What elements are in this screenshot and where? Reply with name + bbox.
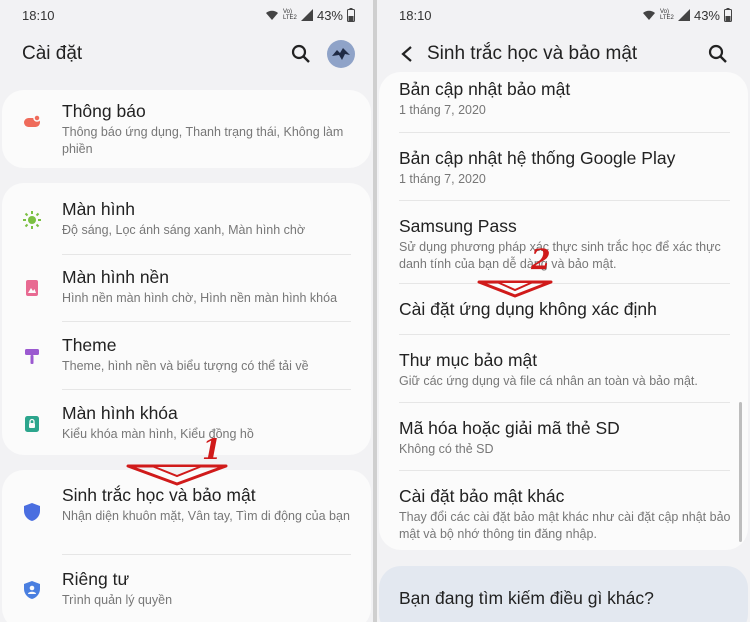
settings-group-security: Sinh trắc học và bảo mật Nhận diện khuôn … [2,470,371,622]
annotation-arrow-icon [477,280,553,298]
brightness-icon [22,210,42,239]
item-title: Riêng tư [62,569,130,589]
settings-item-notifications[interactable]: Thông báo Thông báo ứng dụng, Thanh trạng… [2,100,371,158]
settings-item-other-security[interactable]: Cài đặt bảo mật khác Thay đổi các cài đặt… [399,485,748,543]
search-icon[interactable] [287,40,315,68]
annotation-label: 1 [202,433,222,466]
item-title: Thông báo [62,101,146,121]
settings-item-samsung-pass[interactable]: Samsung Pass Sử dụng phương pháp xác thực… [399,215,748,273]
annotation-label: 2 [531,243,551,276]
theme-icon [22,346,42,375]
signal-icon [300,9,313,21]
wifi-icon [265,10,278,20]
wifi-icon [642,10,655,20]
settings-screen: 18:10 Vo) LTE2 43% Cài đặt Thông báo Thông… [0,0,373,622]
notification-icon [22,112,42,158]
biometrics-security-screen: 18:10 Vo) LTE2 43% Sinh trắc học và bảo m… [377,0,750,622]
settings-item-install-unknown-apps[interactable]: Cài đặt ứng dụng không xác định [399,298,748,320]
divider [62,389,351,390]
settings-item-security-update[interactable]: Bản cập nhật bảo mật 1 tháng 7, 2020 [399,78,748,119]
wallpaper-icon [22,278,42,307]
item-subtitle: Nhận diện khuôn mặt, Vân tay, Tìm di độn… [62,509,350,523]
app-header: Cài đặt [0,30,373,78]
battery-icon [724,8,732,22]
item-title: Theme [62,335,117,355]
settings-item-google-play-update[interactable]: Bản cập nhật hệ thống Google Play 1 tháng… [399,147,748,188]
app-header: Sinh trắc học và bảo mật [377,30,750,78]
network-label: Vo) LTE2 [282,9,297,21]
item-subtitle: Thông báo ứng dụng, Thanh trạng thái, Kh… [62,125,344,156]
item-subtitle: Thay đổi các cài đặt bảo mật khác như cà… [399,510,731,541]
item-title: Cài đặt ứng dụng không xác định [399,299,657,319]
settings-item-lock-screen[interactable]: Màn hình khóa Kiểu khóa màn hình, Kiểu đồ… [2,402,371,443]
search-suggestion-card[interactable]: Bạn đang tìm kiếm điều gì khác? [379,566,748,622]
item-subtitle: 1 tháng 7, 2020 [399,103,486,117]
divider [62,254,351,255]
settings-group-notifications: Thông báo Thông báo ứng dụng, Thanh trạng… [2,90,371,168]
search-icon[interactable] [704,40,732,68]
item-title: Màn hình nền [62,267,170,287]
avatar [327,40,355,68]
divider [62,554,351,555]
security-settings-list: Bản cập nhật bảo mật 1 tháng 7, 2020 Bản … [379,72,748,550]
item-title: Màn hình [62,199,135,219]
settings-group-display: Màn hình Độ sáng, Lọc ánh sáng xanh, Màn … [2,183,371,455]
divider [399,334,730,335]
page-title: Sinh trắc học và bảo mật [427,43,638,64]
settings-item-display[interactable]: Màn hình Độ sáng, Lọc ánh sáng xanh, Màn … [2,198,371,239]
battery-icon [347,8,355,22]
divider [399,200,730,201]
item-title: Bản cập nhật bảo mật [399,79,571,99]
status-bar: 18:10 Vo) LTE2 43% [0,0,373,30]
item-subtitle: Không có thẻ SD [399,442,494,456]
item-subtitle: Hình nền màn hình chờ, Hình nền màn hình… [62,291,338,305]
scrollbar[interactable] [739,402,742,542]
item-title: Bản cập nhật hệ thống Google Play [399,148,676,168]
privacy-icon [23,580,41,609]
item-subtitle: 1 tháng 7, 2020 [399,172,486,186]
item-subtitle: Sử dụng phương pháp xác thực sinh trắc h… [399,240,721,271]
settings-item-theme[interactable]: Theme Theme, hình nền và biểu tượng có th… [2,334,371,375]
shield-icon [23,502,41,527]
settings-item-wallpaper[interactable]: Màn hình nền Hình nền màn hình chờ, Hình … [2,266,371,307]
network-label: Vo) LTE2 [659,9,674,21]
item-title: Màn hình khóa [62,403,178,423]
search-suggestion-text: Bạn đang tìm kiếm điều gì khác? [399,588,654,608]
lock-screen-icon [22,414,42,443]
item-title: Mã hóa hoặc giải mã thẻ SD [399,418,620,438]
divider [62,321,351,322]
settings-item-encrypt-sd-card[interactable]: Mã hóa hoặc giải mã thẻ SD Không có thẻ S… [399,417,748,458]
status-time: 18:10 [399,7,432,23]
battery-percent: 43% [316,7,343,23]
item-title: Cài đặt bảo mật khác [399,486,565,506]
back-arrow-icon[interactable] [393,40,421,68]
divider [399,470,730,471]
settings-item-biometrics-security[interactable]: Sinh trắc học và bảo mật Nhận diện khuôn … [2,484,371,527]
profile-button[interactable] [327,40,355,68]
signal-icon [677,9,690,21]
battery-percent: 43% [693,7,720,23]
divider [399,283,730,284]
divider [399,132,730,133]
item-subtitle: Giữ các ứng dụng và file cá nhân an toàn… [399,374,698,388]
settings-item-privacy[interactable]: Riêng tư Trình quản lý quyền [2,568,371,609]
item-subtitle: Độ sáng, Lọc ánh sáng xanh, Màn hình chờ [62,223,306,237]
item-subtitle: Trình quản lý quyền [62,593,173,607]
item-title: Thư mục bảo mật [399,350,538,370]
divider [399,402,730,403]
settings-item-secure-folder[interactable]: Thư mục bảo mật Giữ các ứng dụng và file … [399,349,748,390]
item-subtitle: Theme, hình nền và biểu tượng có thể tải… [62,359,309,373]
item-title: Samsung Pass [399,216,517,236]
status-time: 18:10 [22,7,55,23]
status-bar: 18:10 Vo) LTE2 43% [377,0,750,30]
page-title: Cài đặt [22,43,83,64]
